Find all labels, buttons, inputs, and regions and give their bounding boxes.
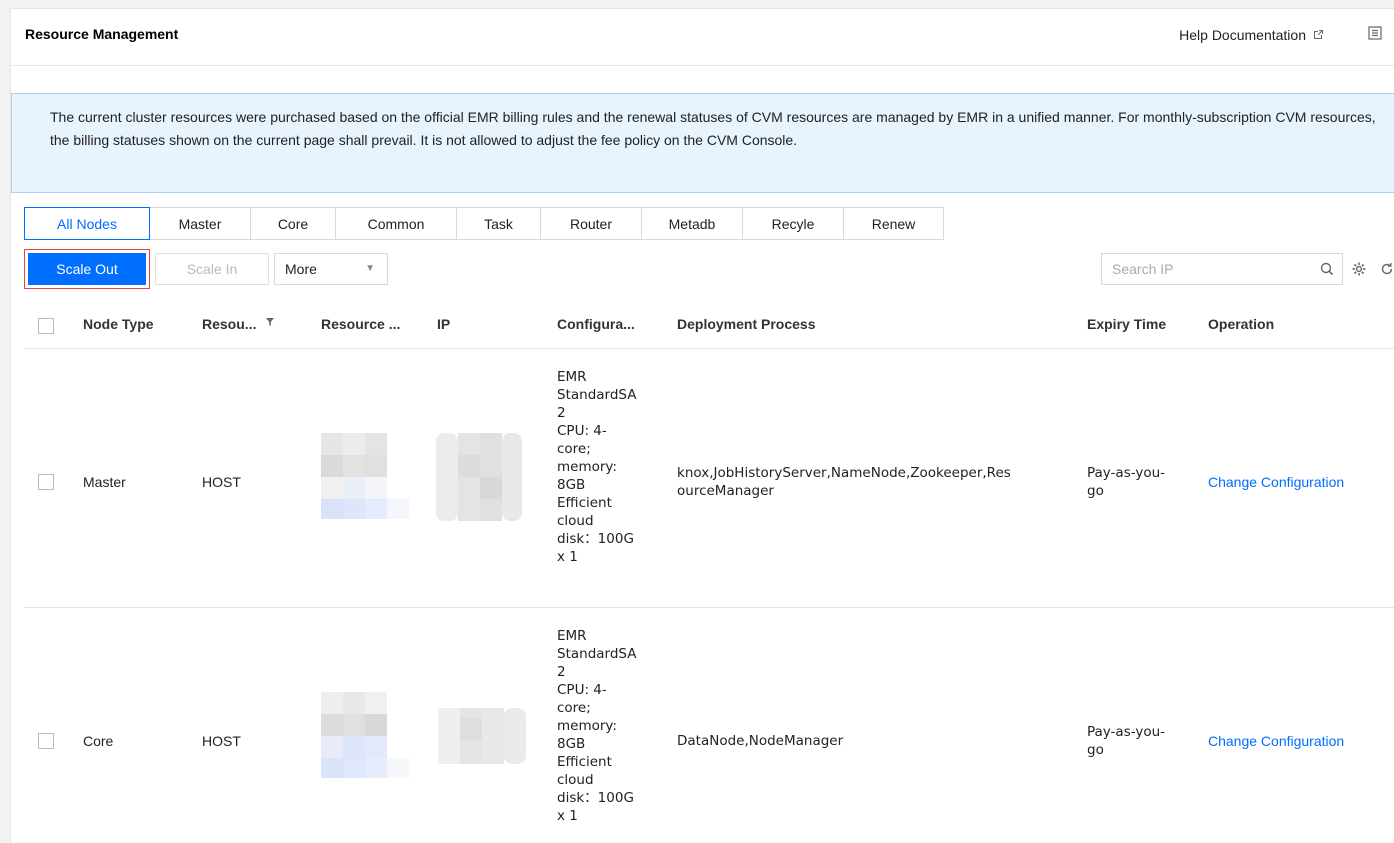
document-panel-icon[interactable] [1368, 26, 1382, 40]
tab-common[interactable]: Common [336, 207, 457, 240]
tab-metadb[interactable]: Metadb [642, 207, 743, 240]
deployment-line: DataNode,NodeManager [677, 733, 844, 749]
redacted-resource-id [321, 692, 411, 780]
config-line: CPU: 4- [557, 423, 607, 439]
scale-in-button[interactable]: Scale In [155, 253, 269, 285]
filter-icon[interactable] [265, 317, 275, 327]
column-resource-type-label: Resou... [202, 316, 257, 332]
page-header: Resource Management Help Documentation [11, 9, 1394, 66]
config-line: cloud [557, 513, 594, 529]
configuration-cell: EMR StandardSA 2 CPU: 4- core; memory: 8… [557, 368, 636, 566]
table-row: Master HOST EMR StandardSA 2 CPU: 4- cor… [24, 349, 1394, 608]
config-line: 8GB [557, 736, 586, 752]
config-line: StandardSA [557, 387, 637, 403]
column-expiry-time: Expiry Time [1087, 316, 1167, 332]
column-ip: IP [437, 316, 451, 332]
table-header: Node Type Resou... Resource ... IP Confi… [24, 301, 1394, 349]
more-dropdown-label: More [285, 261, 317, 277]
change-configuration-link[interactable]: Change Configuration [1208, 733, 1344, 749]
config-line: memory: [557, 718, 617, 734]
config-line: EMR [557, 369, 587, 385]
pixelated-placeholder-icon [438, 708, 526, 764]
help-documentation-label: Help Documentation [1179, 27, 1306, 43]
column-resource-id: Resource ... [321, 316, 401, 332]
expiry-time-cell: Pay-as-you- go [1087, 723, 1165, 759]
nodes-table: Node Type Resou... Resource ... IP Confi… [24, 301, 1394, 843]
tab-router[interactable]: Router [541, 207, 642, 240]
tab-task[interactable]: Task [457, 207, 541, 240]
expiry-line: go [1087, 483, 1104, 499]
deployment-process-cell: DataNode,NodeManager [677, 732, 843, 750]
change-configuration-link[interactable]: Change Configuration [1208, 474, 1344, 490]
action-toolbar: Scale Out Scale In More ▼ [24, 249, 1394, 289]
expiry-line: Pay-as-you- [1087, 724, 1166, 740]
node-tabs: All Nodes Master Core Common Task Router… [24, 207, 944, 240]
config-line: StandardSA [557, 646, 637, 662]
config-line: memory: [557, 459, 617, 475]
select-all-checkbox[interactable] [38, 318, 54, 334]
node-type-cell: Core [83, 733, 114, 749]
redacted-resource-id [321, 433, 411, 521]
config-line: core; [557, 441, 591, 457]
config-line: disk：100G [557, 790, 634, 806]
pixelated-placeholder-icon [436, 433, 522, 521]
scale-out-button[interactable]: Scale Out [24, 249, 150, 289]
node-type-cell: Master [83, 474, 126, 490]
more-dropdown[interactable]: More ▼ [274, 253, 388, 285]
table-row: Core HOST EMR StandardSA 2 CPU: 4- core;… [24, 608, 1394, 843]
config-line: 2 [557, 405, 566, 421]
external-link-icon [1314, 30, 1323, 39]
search-box [1101, 253, 1343, 285]
config-line: EMR [557, 628, 587, 644]
tab-recyle[interactable]: Recyle [743, 207, 844, 240]
resource-type-cell: HOST [202, 474, 241, 490]
redacted-ip [430, 433, 522, 521]
tab-master[interactable]: Master [150, 207, 251, 240]
config-line: 2 [557, 664, 566, 680]
column-configuration: Configura... [557, 316, 635, 332]
pixelated-placeholder-icon [321, 692, 409, 778]
config-line: x 1 [557, 549, 578, 565]
search-ip-input[interactable] [1102, 254, 1302, 284]
deployment-process-cell: knox,JobHistoryServer,NameNode,Zookeeper… [677, 464, 1011, 500]
resource-type-cell: HOST [202, 733, 241, 749]
column-node-type: Node Type [83, 316, 154, 332]
resource-management-panel: Resource Management Help Documentation T… [10, 8, 1394, 843]
expiry-line: Pay-as-you- [1087, 465, 1166, 481]
deployment-line: knox,JobHistoryServer,NameNode,Zookeeper… [677, 465, 1011, 481]
pixelated-placeholder-icon [321, 433, 409, 519]
page-title: Resource Management [25, 26, 179, 42]
column-operation: Operation [1208, 316, 1275, 332]
column-resource-type[interactable]: Resou... [202, 316, 275, 332]
row-checkbox[interactable] [38, 733, 54, 749]
row-checkbox[interactable] [38, 474, 54, 490]
tab-core[interactable]: Core [251, 207, 336, 240]
config-line: core; [557, 700, 591, 716]
config-line: Efficient [557, 754, 612, 770]
search-icon[interactable] [1319, 261, 1335, 277]
gear-icon[interactable] [1351, 261, 1367, 277]
tab-all-nodes[interactable]: All Nodes [24, 207, 150, 240]
expiry-time-cell: Pay-as-you- go [1087, 464, 1165, 500]
config-line: x 1 [557, 808, 578, 824]
tab-renew[interactable]: Renew [844, 207, 944, 240]
billing-notice: The current cluster resources were purch… [11, 93, 1394, 193]
help-documentation-link[interactable]: Help Documentation [1179, 27, 1324, 43]
config-line: 8GB [557, 477, 586, 493]
config-line: CPU: 4- [557, 682, 607, 698]
config-line: cloud [557, 772, 594, 788]
config-line: disk：100G [557, 531, 634, 547]
configuration-cell: EMR StandardSA 2 CPU: 4- core; memory: 8… [557, 627, 636, 825]
expiry-line: go [1087, 742, 1104, 758]
column-deployment-process: Deployment Process [677, 316, 816, 332]
chevron-down-icon: ▼ [365, 263, 375, 274]
scale-out-label: Scale Out [28, 253, 146, 285]
redacted-ip [430, 708, 530, 764]
config-line: Efficient [557, 495, 612, 511]
deployment-line: ourceManager [677, 483, 774, 499]
refresh-icon[interactable] [1379, 261, 1394, 277]
